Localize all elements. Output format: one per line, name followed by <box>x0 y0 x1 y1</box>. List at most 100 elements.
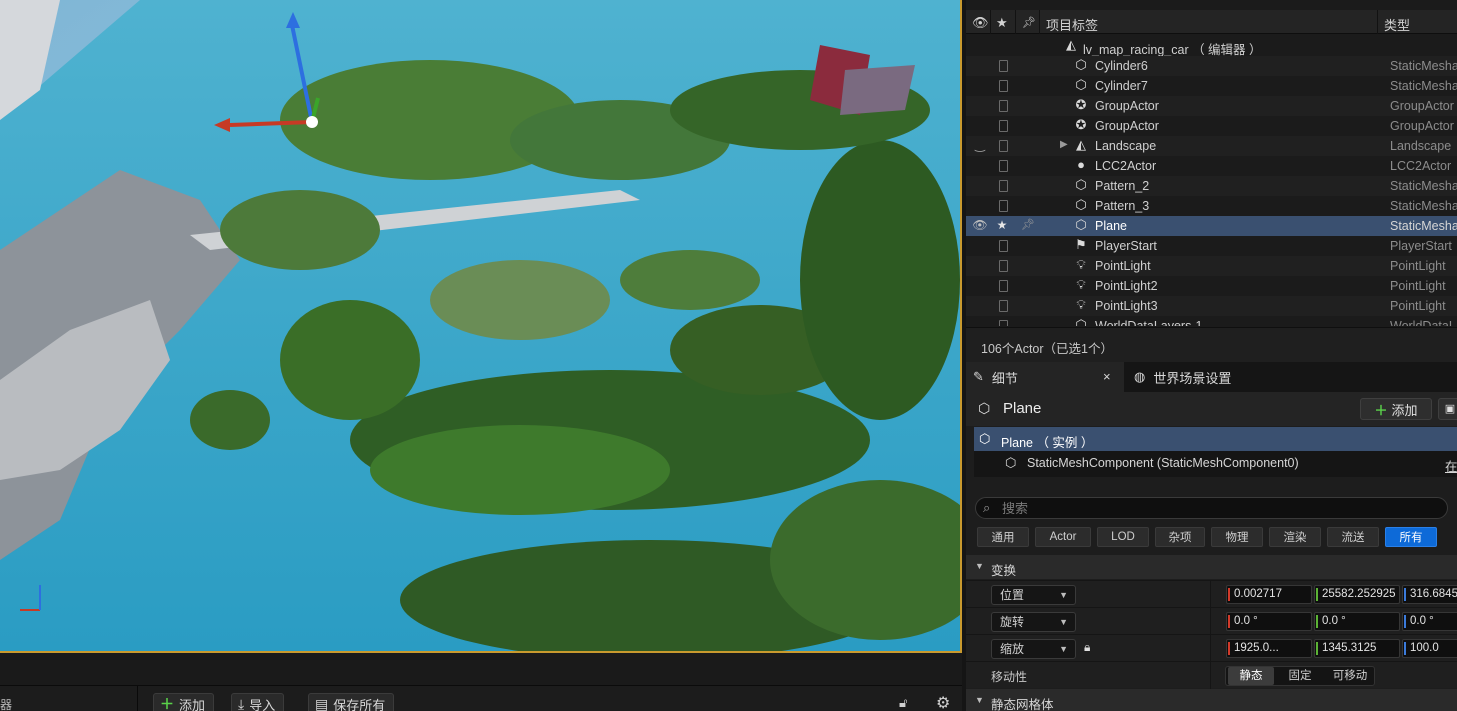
edit-in-cpp-link[interactable]: 在 <box>1445 456 1457 475</box>
eye-icon[interactable]: 👁︎ <box>972 218 988 232</box>
outliner-row[interactable]: ‿ ▶ ◭ Landscape Landscape <box>966 136 1457 156</box>
mobility-movable-option[interactable]: 可移动 <box>1326 667 1374 685</box>
location-label: 位置 <box>1000 588 1025 602</box>
static-mesh-section-label: 静态网格体 <box>991 698 1054 711</box>
location-x-field[interactable]: 0.002717 <box>1226 585 1312 604</box>
location-z-field[interactable]: 316.68457 <box>1402 585 1457 604</box>
star-icon[interactable]: ★ <box>996 218 1008 232</box>
cube-icon: ⬡ <box>1075 217 1087 232</box>
add-component-button[interactable]: ＋ 添加 <box>1360 398 1432 420</box>
item-label-column-header[interactable]: 项目标签 <box>1046 15 1098 34</box>
filter-button[interactable]: 通用 <box>977 527 1029 547</box>
component-row-staticmesh[interactable]: ⬡ StaticMeshComponent (StaticMeshCompone… <box>974 451 1457 475</box>
mobility-stationary-option[interactable]: 固定 <box>1276 667 1324 685</box>
transform-section-header[interactable]: ▼ 变换 <box>966 555 1457 579</box>
mobility-static-option[interactable]: 静态 <box>1228 667 1274 685</box>
group-icon: ✪ <box>1075 117 1087 132</box>
add-button-label: 添加 <box>179 697 206 711</box>
scale-y-field[interactable]: 1345.3125 <box>1314 639 1400 658</box>
expand-arrow-icon[interactable]: ▶ <box>1060 139 1068 150</box>
pin-icon[interactable]: 📌︎ <box>1021 218 1035 231</box>
outliner-row[interactable]: ⬡ WorldDataLayers-1 WorldDataL <box>966 316 1457 326</box>
outliner-row-label: PointLight2 <box>1095 279 1158 293</box>
static-mesh-section-header[interactable]: ▼ 静态网格体 <box>966 689 1457 711</box>
hidden-eye-icon[interactable]: ‿ <box>972 138 988 152</box>
search-icon: ⌕ <box>983 500 991 515</box>
component-tree: ⬡ Plane （ 实例 ） ⬡ StaticMeshComponent (St… <box>974 427 1457 477</box>
type-column-header[interactable]: 类型 <box>1384 15 1410 34</box>
outliner-row-label: LCC2Actor <box>1095 159 1157 173</box>
filter-button[interactable]: 所有 <box>1385 527 1437 547</box>
import-button[interactable]: ⤓ 导入 <box>231 693 285 711</box>
outliner-world-row[interactable]: ◭ lv_map_racing_car （ 编辑器 ） <box>966 36 1457 57</box>
scale-row: 缩放 ▼ 🔒︎ 1925.0... 1345.3125 100.0 <box>966 634 1457 662</box>
star-icon[interactable]: ★ <box>996 15 1008 31</box>
rotation-x-field[interactable]: 0.0 ° <box>1226 612 1312 631</box>
filter-button[interactable]: 流送 <box>1327 527 1379 547</box>
component-row-root[interactable]: ⬡ Plane （ 实例 ） <box>974 427 1457 451</box>
filter-button[interactable]: 物理 <box>1211 527 1263 547</box>
actor-count: 106个Actor（已选1个） <box>981 342 1113 356</box>
rotation-z-field[interactable]: 0.0 ° <box>1402 612 1457 631</box>
scale-z-field[interactable]: 100.0 <box>1402 639 1457 658</box>
pin-icon[interactable]: 📌︎ <box>1022 16 1036 29</box>
landscape-icon: ◭ <box>1076 137 1086 152</box>
outliner-row[interactable]: ● LCC2Actor LCC2Actor <box>966 156 1457 176</box>
tab-details[interactable]: ✎ 细节 × <box>966 362 1124 392</box>
outliner-row[interactable]: ⬡ Pattern_3 StaticMesha <box>966 196 1457 216</box>
add-button[interactable]: ＋ 添加 <box>153 693 215 711</box>
outliner-row[interactable]: ⚑ PlayerStart PlayerStart <box>966 236 1457 256</box>
details-search[interactable]: ⌕ <box>975 497 1448 519</box>
light-bulb-icon: 💡︎ <box>1076 297 1086 312</box>
file-icon <box>999 200 1008 212</box>
scale-x-field[interactable]: 1925.0... <box>1226 639 1312 658</box>
viewport-scene-image <box>0 0 960 651</box>
chevron-down-icon: ▼ <box>1059 644 1068 654</box>
import-button-label: 导入 <box>249 697 276 711</box>
outliner-row-type: PointLight <box>1390 259 1446 273</box>
gear-icon[interactable]: ⚙ <box>936 693 950 711</box>
outliner-row[interactable]: ✪ GroupActor GroupActor <box>966 116 1457 136</box>
tab-world-settings[interactable]: ◍ 世界场景设置 <box>1132 362 1231 392</box>
location-y-field[interactable]: 25582.252925 <box>1314 585 1400 604</box>
outliner-row[interactable]: 💡︎ PointLight PointLight <box>966 256 1457 276</box>
lock-icon[interactable]: 🔒︎ <box>1084 640 1090 655</box>
outliner-row[interactable]: ⬡ Cylinder6 StaticMesha <box>966 56 1457 76</box>
outliner-row[interactable]: ⬡ Cylinder7 StaticMesha <box>966 76 1457 96</box>
outliner-row[interactable]: 👁︎ ★ 📌︎ ⬡ Plane StaticMesha <box>966 216 1457 236</box>
close-icon[interactable]: × <box>1103 369 1111 384</box>
sphere-icon: ● <box>1077 157 1085 172</box>
collapse-triangle-icon: ▼ <box>975 695 984 705</box>
location-dropdown[interactable]: 位置 ▼ <box>991 585 1076 605</box>
outliner-row[interactable]: 💡︎ PointLight2 PointLight <box>966 276 1457 296</box>
viewport-bottom-strip <box>0 653 962 685</box>
outliner-header: 👁︎ ★ 📌︎ 项目标签 类型 <box>966 10 1457 34</box>
rotation-label: 旋转 <box>1000 615 1025 629</box>
outliner-row-type: PointLight <box>1390 279 1446 293</box>
outliner-row[interactable]: ⬡ Pattern_2 StaticMesha <box>966 176 1457 196</box>
blueprint-icon[interactable]: ▣ <box>1438 398 1457 420</box>
filter-button[interactable]: 渲染 <box>1269 527 1321 547</box>
outliner-row-label: GroupActor <box>1095 99 1159 113</box>
component-label: StaticMeshComponent (StaticMeshComponent… <box>1027 456 1299 470</box>
import-icon: ⤓ <box>238 695 245 711</box>
outliner-row-label: Plane <box>1095 219 1127 233</box>
rotation-y-field[interactable]: 0.0 ° <box>1314 612 1400 631</box>
filter-button[interactable]: Actor <box>1035 527 1091 547</box>
outliner-row-type: PlayerStart <box>1390 239 1452 253</box>
outliner-row-label: PointLight <box>1095 259 1151 273</box>
player-start-icon: ⚑ <box>1075 237 1087 252</box>
outliner-row[interactable]: ✪ GroupActor GroupActor <box>966 96 1457 116</box>
eye-icon[interactable]: 👁︎ <box>972 15 989 31</box>
save-all-button[interactable]: ▤ 保存所有 <box>308 693 395 711</box>
outliner-row[interactable]: 💡︎ PointLight3 PointLight <box>966 296 1457 316</box>
filter-button[interactable]: 杂项 <box>1155 527 1205 547</box>
scale-dropdown[interactable]: 缩放 ▼ <box>991 639 1076 659</box>
level-viewport[interactable] <box>0 0 962 653</box>
search-input[interactable] <box>1002 500 1432 516</box>
file-icon <box>999 140 1008 152</box>
rotation-dropdown[interactable]: 旋转 ▼ <box>991 612 1076 632</box>
actor-name[interactable]: Plane <box>1003 400 1041 417</box>
filter-button[interactable]: LOD <box>1097 527 1149 547</box>
unlock-icon[interactable]: 🔓︎ <box>899 695 907 711</box>
